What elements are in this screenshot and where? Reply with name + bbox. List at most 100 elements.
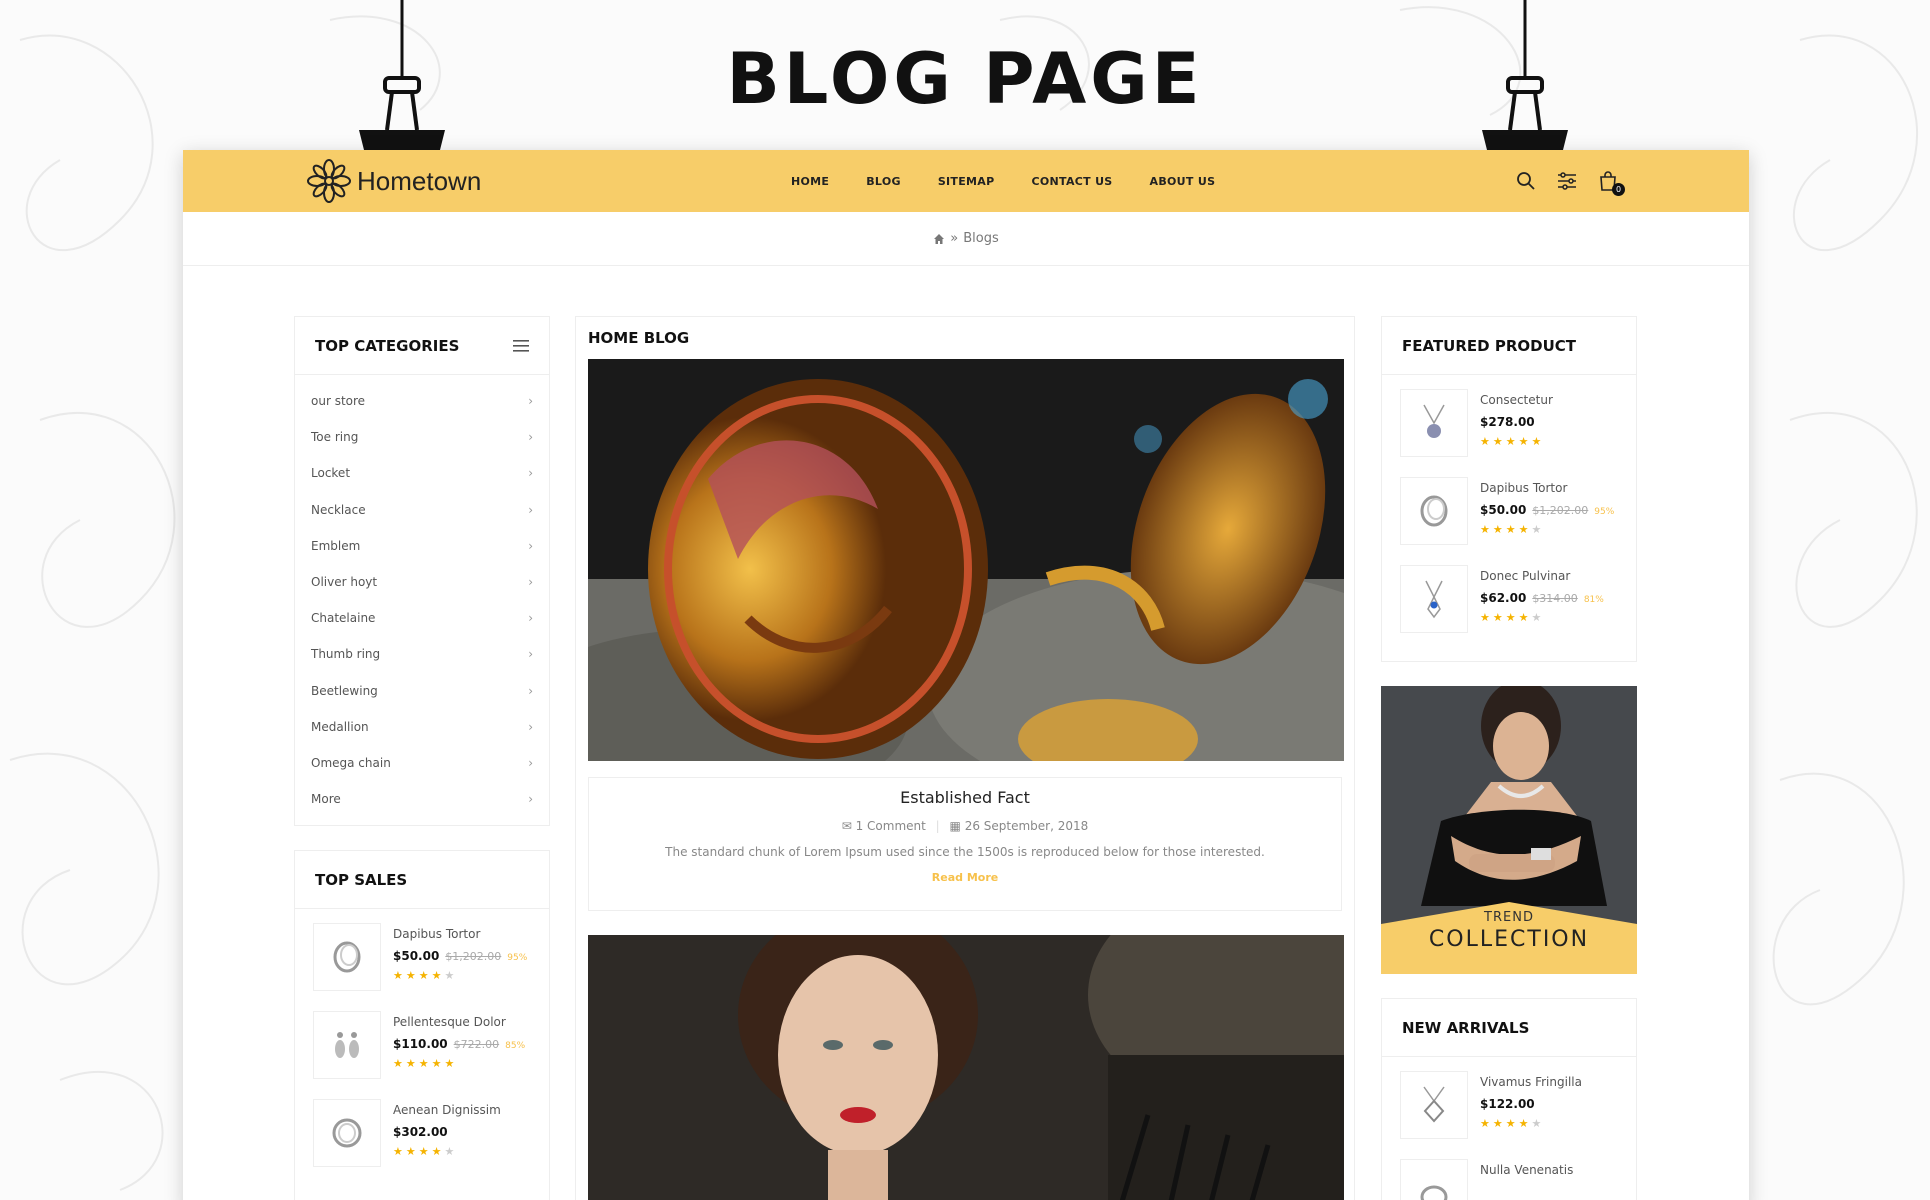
page-heading: BLOG PAGE [726,38,1204,120]
product-item[interactable]: Vivamus Fringilla $122.00 ★★★★★ [1382,1057,1636,1145]
product-old-price: $1,202.00 [445,950,502,964]
rating-stars: ★★★★★ [393,1057,458,1071]
cart-count-badge: 0 [1612,183,1625,196]
product-price: $122.00 [1480,1097,1535,1111]
category-item[interactable]: Omega chain › [311,745,533,781]
category-item[interactable]: our store › [311,383,533,419]
category-item[interactable]: Emblem › [311,528,533,564]
product-name[interactable]: Nulla Venenatis [1480,1163,1573,1177]
calendar-icon: ▦ [949,819,961,833]
home-icon[interactable] [933,233,945,245]
chevron-right-icon: › [528,575,533,590]
rating-stars: ★★★★★ [1480,611,1545,624]
product-name[interactable]: Vivamus Fringilla [1480,1075,1582,1089]
comment-icon: ✉ [841,819,852,833]
category-item[interactable]: Medallion › [311,709,533,745]
category-item[interactable]: Thumb ring › [311,636,533,672]
chevron-right-icon: › [528,755,533,770]
product-name[interactable]: Consectetur [1480,393,1553,407]
product-thumbnail[interactable] [1400,1159,1468,1200]
product-name[interactable]: Dapibus Tortor [393,927,527,941]
product-price: $278.00 [1480,415,1535,429]
search-icon[interactable] [1515,170,1537,192]
product-thumbnail[interactable] [1400,389,1468,457]
product-name[interactable]: Dapibus Tortor [1480,481,1614,495]
product-item[interactable]: Consectetur $278.00 ★★★★★ [1382,375,1636,463]
product-item[interactable]: Nulla Venenatis [1382,1145,1636,1200]
product-discount: 81% [1583,595,1604,605]
new-arrivals-title: NEW ARRIVALS [1402,1018,1530,1037]
product-item[interactable]: Pellentesque Dolor $110.00 $722.00 85% ★★★… [295,997,549,1085]
category-item[interactable]: Oliver hoyt › [311,564,533,600]
category-item[interactable]: Chatelaine › [311,600,533,636]
nav-sitemap[interactable]: SITEMAP [938,175,995,188]
category-item[interactable]: Beetlewing › [311,673,533,709]
chevron-right-icon: › [528,647,533,662]
product-old-price: $1,202.00 [1532,504,1589,517]
blog-post-image-2[interactable] [588,935,1344,1200]
menu-icon[interactable] [513,339,529,352]
product-price: $50.00 [1480,503,1527,517]
blog-content: HOME BLOG Established Fact ✉ 1 Comment |… [575,316,1355,1200]
category-item[interactable]: Locket › [311,455,533,491]
nav-contact-us[interactable]: CONTACT US [1031,175,1112,188]
brand-name: Hometown [357,165,482,196]
chevron-right-icon: › [528,719,533,734]
top-sales-title: TOP SALES [315,870,408,889]
product-old-price: $722.00 [453,1038,500,1052]
post-meta: ✉ 1 Comment | ▦ 26 September, 2018 [841,819,1089,833]
chevron-right-icon: › [528,683,533,698]
product-item[interactable]: Donec Pulvinar $62.00 $314.00 81% ★★★★★ [1382,551,1636,639]
post-comments[interactable]: 1 Comment [856,819,926,833]
binder-clip-right [1482,0,1568,162]
earrings-icon [335,1032,359,1059]
site-header: Hometown HOME BLOG SITEMAP CONTACT US AB… [183,150,1749,212]
bag-icon[interactable]: 0 [1597,170,1625,196]
product-discount: 95% [507,953,528,964]
chevron-right-icon: › [528,611,533,626]
product-thumbnail[interactable] [313,1011,381,1080]
pendant-icon [1425,580,1443,619]
pendant-icon [1423,404,1445,438]
product-thumbnail[interactable] [1400,477,1468,545]
product-item[interactable]: Dapibus Tortor $50.00 $1,202.00 95% ★★★★★ [295,909,549,997]
product-thumbnail[interactable] [313,1099,381,1168]
featured-product-title: FEATURED PRODUCT [1402,336,1576,355]
right-sidebar: FEATURED PRODUCT Consectetur $278.00 ★★★… [1381,316,1637,1200]
site-logo[interactable]: Hometown [307,159,481,203]
product-price: $50.00 [393,949,440,964]
product-name[interactable]: Pellentesque Dolor [393,1015,525,1029]
product-item[interactable]: Aenean Dignissim $302.00 ★★★★★ [295,1085,549,1173]
sliders-icon[interactable] [1556,170,1578,192]
nav-blog[interactable]: BLOG [866,175,901,188]
ring-icon [1420,495,1448,527]
chevron-right-icon: › [528,502,533,517]
rating-stars: ★★★★★ [1480,1117,1545,1130]
category-item[interactable]: Toe ring › [311,419,533,455]
featured-product-box: FEATURED PRODUCT Consectetur $278.00 ★★★… [1381,316,1637,662]
chevron-right-icon: › [528,394,533,409]
category-item[interactable]: Necklace › [311,492,533,528]
blog-post-image[interactable] [588,359,1344,761]
read-more-link[interactable]: Read More [589,871,1341,884]
left-sidebar: TOP CATEGORIES our store › Toe ring › Lock… [294,316,550,1200]
rating-stars: ★★★★★ [1480,523,1545,536]
post-date: 26 September, 2018 [964,819,1089,833]
banner-line-1: TREND [1484,910,1534,925]
product-thumbnail[interactable] [1400,565,1468,633]
product-name[interactable]: Donec Pulvinar [1480,569,1604,583]
post-title[interactable]: Established Fact [589,788,1341,807]
product-thumbnail[interactable] [1400,1071,1468,1139]
breadcrumb-separator: » [950,231,959,246]
trend-collection-banner[interactable]: TREND COLLECTION [1381,686,1637,974]
product-discount: 85% [505,1041,526,1052]
product-name[interactable]: Aenean Dignissim [393,1103,501,1117]
website-mockup: Hometown HOME BLOG SITEMAP CONTACT US AB… [183,150,1749,1200]
nav-home[interactable]: HOME [791,175,829,188]
product-item[interactable]: Dapibus Tortor $50.00 $1,202.00 95% ★★★★★ [1382,463,1636,551]
nav-about-us[interactable]: ABOUT US [1150,175,1216,188]
ring-icon [1420,1185,1448,1200]
category-item[interactable]: More › [311,781,533,817]
chevron-right-icon: › [528,792,533,807]
product-thumbnail[interactable] [313,923,381,992]
